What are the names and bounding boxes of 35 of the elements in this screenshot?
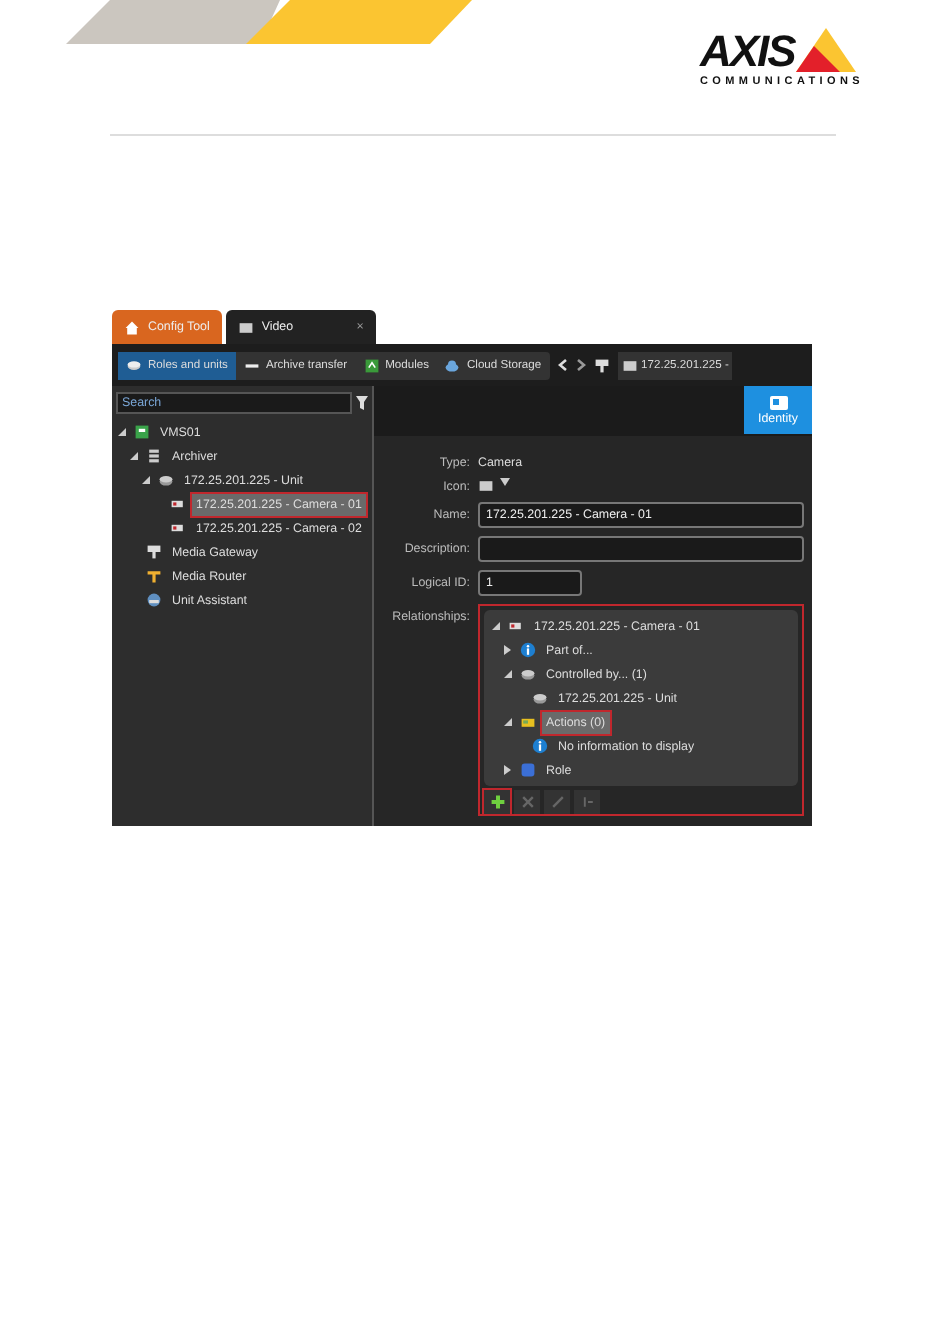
module-icon [363, 357, 380, 373]
cloud-icon [444, 357, 461, 373]
add-button[interactable] [484, 790, 510, 814]
expanded-arrow-icon[interactable] [490, 620, 502, 632]
unit-icon [158, 472, 174, 488]
logo-wordmark: AXIS [700, 32, 795, 72]
more-icon [579, 794, 595, 810]
expanded-arrow-icon[interactable] [116, 426, 128, 438]
expanded-arrow-icon[interactable] [128, 450, 140, 462]
forward-icon[interactable] [575, 358, 586, 372]
expanded-arrow-icon[interactable] [502, 716, 514, 728]
info-icon [532, 738, 548, 754]
logo-triangle-icon [796, 28, 857, 72]
house-icon [124, 319, 140, 335]
id-card-icon [769, 395, 787, 409]
expanded-arrow-icon[interactable] [140, 474, 152, 486]
server-icon [134, 424, 150, 440]
collapsed-arrow-icon[interactable] [502, 764, 514, 776]
role-icon [520, 762, 536, 778]
collapsed-arrow-icon[interactable] [502, 644, 514, 656]
info-icon [520, 642, 536, 658]
router-icon [146, 568, 162, 584]
input-field[interactable] [478, 536, 804, 562]
archiver-icon [146, 448, 162, 464]
caret-icon[interactable] [500, 478, 510, 486]
expanded-arrow-icon[interactable] [502, 668, 514, 680]
pin-icon [593, 357, 610, 373]
filter-icon [356, 396, 368, 410]
delete-icon [519, 794, 535, 810]
actions-icon [520, 714, 536, 730]
add-icon [489, 794, 505, 810]
pencil-icon [549, 794, 565, 810]
stack-icon [126, 357, 142, 373]
gateway-icon [146, 544, 162, 560]
back-icon[interactable] [557, 358, 568, 372]
